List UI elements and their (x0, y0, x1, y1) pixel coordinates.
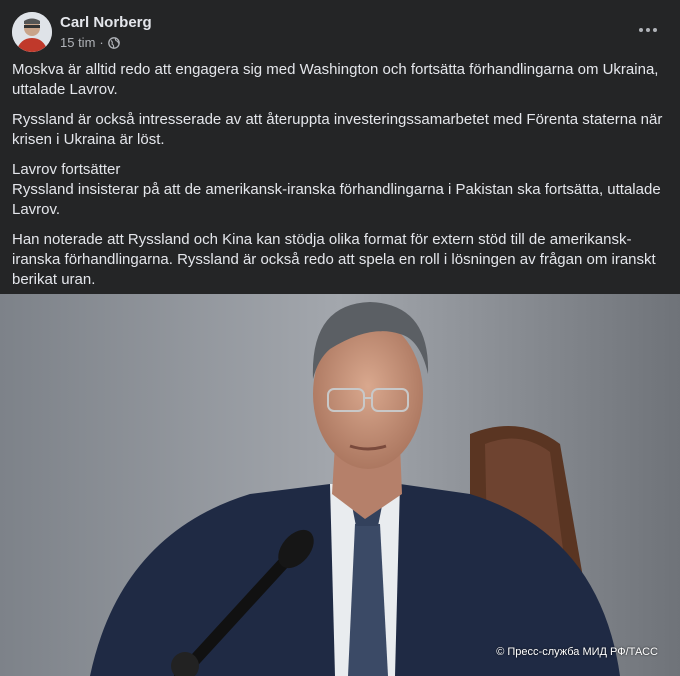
globe-icon (107, 36, 120, 49)
post-header: Carl Norberg 15 tim · (0, 0, 680, 60)
post-text: Moskva är alltid redo att engagera sig m… (12, 60, 668, 300)
author-name[interactable]: Carl Norberg (60, 14, 152, 31)
more-dot (653, 28, 657, 32)
post-meta: 15 tim · (60, 35, 120, 50)
post-time[interactable]: 15 tim (60, 35, 95, 50)
post-paragraph-2: Ryssland är också intresserade av att åt… (12, 111, 663, 148)
post-paragraph-4: Han noterade att Ryssland och Kina kan s… (12, 231, 656, 288)
more-horizontal-icon (639, 28, 643, 32)
photo-credit: © Пресс-служба МИД РФ/ТАСС (496, 646, 658, 658)
post-photo[interactable]: © Пресс-служба МИД РФ/ТАСС (0, 294, 680, 676)
post-paragraph-3: Lavrov fortsätter Ryssland insisterar på… (12, 161, 661, 218)
author-avatar[interactable] (12, 12, 52, 52)
more-options-button[interactable] (630, 16, 666, 44)
meta-separator: · (99, 35, 104, 50)
more-dot (646, 28, 650, 32)
post-paragraph-1: Moskva är alltid redo att engagera sig m… (12, 61, 659, 98)
